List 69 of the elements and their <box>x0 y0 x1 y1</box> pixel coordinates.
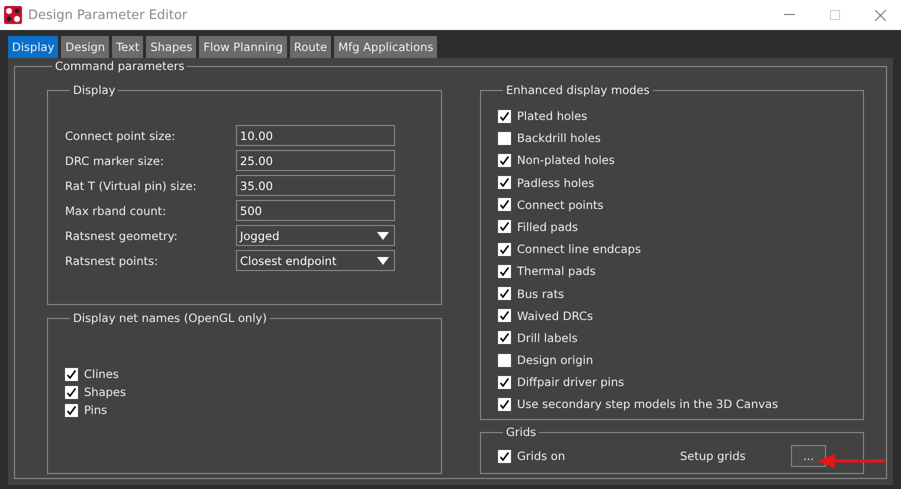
group-title: Command parameters <box>54 59 186 73</box>
checkbox[interactable] <box>65 368 78 380</box>
checkbox-label: Plated holes <box>517 109 588 123</box>
group-title: Display net names (OpenGL only) <box>72 311 268 325</box>
input-field[interactable]: 35.00 <box>236 175 395 196</box>
app-logo-icon <box>4 6 22 24</box>
dropdown[interactable]: Closest endpoint <box>236 250 395 271</box>
checkbox[interactable] <box>498 309 511 322</box>
checkbox[interactable] <box>498 398 511 411</box>
field-label: Ratsnest points: <box>65 254 159 268</box>
tab[interactable]: Display <box>8 36 58 58</box>
checkbox-label: Shapes <box>84 385 126 399</box>
checkbox[interactable] <box>498 154 511 167</box>
checkbox-label: Connect line endcaps <box>517 242 641 256</box>
minimize-icon[interactable] <box>784 14 795 16</box>
checkbox[interactable] <box>498 110 511 122</box>
checkbox[interactable] <box>498 132 511 145</box>
field-label: Ratsnest geometry: <box>65 228 179 242</box>
tab[interactable]: Route <box>290 36 332 58</box>
group-title: Grids <box>505 425 538 439</box>
checkbox[interactable] <box>498 242 511 256</box>
checkbox[interactable] <box>65 404 78 416</box>
input-field[interactable]: 25.00 <box>236 150 395 171</box>
checkbox-label: Grids on <box>517 449 566 463</box>
tab[interactable]: Mfg Applications <box>334 36 438 58</box>
checkbox-label: Diffpair driver pins <box>517 375 624 390</box>
close-icon[interactable] <box>875 10 886 20</box>
checkbox-label: Non-plated holes <box>517 153 615 168</box>
group-title: Enhanced display modes <box>505 83 651 97</box>
checkbox-label: Waived DRCs <box>517 308 594 323</box>
setup-grids-label: Setup grids <box>680 449 747 463</box>
tab[interactable]: Shapes <box>146 36 196 58</box>
checkbox-label: Connect points <box>517 198 604 212</box>
checkbox[interactable] <box>65 386 78 398</box>
window-title: Design Parameter Editor <box>28 8 188 22</box>
checkbox-label: Padless holes <box>517 176 594 190</box>
checkbox-label: Design origin <box>517 353 594 368</box>
checkbox-label: Use secondary step models in the 3D Canvas <box>517 397 778 412</box>
checkbox-label: Drill labels <box>517 330 578 345</box>
field-label: Max rband count: <box>65 204 168 218</box>
checkbox[interactable] <box>498 220 511 234</box>
group-title: Display <box>72 83 116 97</box>
checkbox-label: Pins <box>84 403 108 417</box>
caret-icon <box>377 256 389 264</box>
tab[interactable]: Text <box>112 36 144 58</box>
field-label: Connect point size: <box>65 128 176 142</box>
field-label: DRC marker size: <box>65 154 165 168</box>
arrow-annotation <box>817 453 887 469</box>
setup-grids-button[interactable]: ... <box>791 445 826 467</box>
checkbox[interactable] <box>498 287 511 300</box>
checkbox-label: Thermal pads <box>517 264 596 278</box>
input-field[interactable]: 500 <box>236 200 395 221</box>
checkbox[interactable] <box>498 331 511 344</box>
checkbox[interactable] <box>498 198 511 212</box>
input-field[interactable]: 10.00 <box>236 125 395 146</box>
checkbox[interactable] <box>498 376 511 389</box>
checkbox[interactable] <box>498 354 511 367</box>
checkbox[interactable] <box>498 176 511 190</box>
tab[interactable]: Flow Planning <box>199 36 287 58</box>
checkbox[interactable] <box>498 264 511 278</box>
tab[interactable]: Design <box>61 36 110 58</box>
caret-icon <box>377 232 389 240</box>
dropdown[interactable]: Jogged <box>236 225 395 246</box>
checkbox-label: Clines <box>84 367 119 381</box>
checkbox-label: Backdrill holes <box>517 131 601 146</box>
checkbox[interactable] <box>498 450 511 462</box>
checkbox-label: Filled pads <box>517 220 578 234</box>
checkbox-label: Bus rats <box>517 286 564 300</box>
field-label: Rat T (Virtual pin) size: <box>65 178 198 192</box>
